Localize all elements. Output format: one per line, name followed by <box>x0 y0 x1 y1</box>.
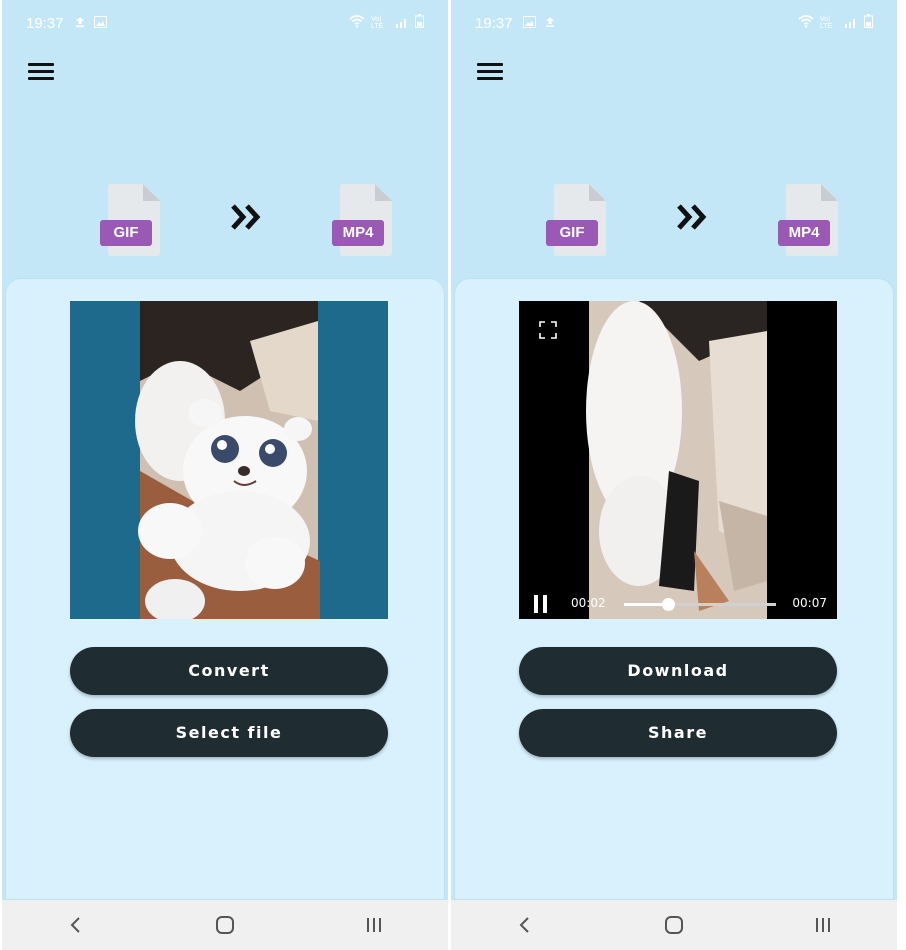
duration: 00:07 <box>792 596 827 610</box>
source-format-badge: GIF <box>100 220 152 246</box>
phone-screen-convert: 19:37 Vo) LTE GIF MP4 Convert Select fil… <box>2 0 448 950</box>
seek-thumb[interactable] <box>662 598 676 611</box>
back-icon[interactable] <box>495 905 555 945</box>
mp4-file-icon: MP4 <box>778 184 838 258</box>
upload-icon <box>544 15 556 32</box>
status-time: 19:37 <box>475 14 513 32</box>
recent-apps-icon[interactable] <box>793 905 853 945</box>
gif-file-icon: GIF <box>546 184 606 258</box>
phone-screen-result: 19:37 Vo) LTE GIF MP4 00:02 00:07 Downlo… <box>451 0 897 950</box>
upload-icon <box>74 15 86 32</box>
lte-label: Vo) LTE <box>820 16 833 30</box>
menu-icon[interactable] <box>475 60 505 84</box>
wifi-icon <box>798 14 814 32</box>
content-card: 00:02 00:07 Download Share <box>454 278 894 900</box>
mp4-file-icon: MP4 <box>332 184 392 258</box>
download-button[interactable]: Download <box>519 647 837 695</box>
convert-button[interactable]: Convert <box>70 647 388 695</box>
target-format-badge: MP4 <box>778 220 830 246</box>
video-frame <box>586 301 767 619</box>
source-format-badge: GIF <box>546 220 598 246</box>
image-icon <box>522 15 536 32</box>
image-icon <box>93 15 107 32</box>
signal-icon <box>395 15 409 32</box>
pause-icon[interactable] <box>531 594 551 614</box>
system-nav-bar <box>451 900 897 950</box>
seek-bar[interactable] <box>624 598 776 611</box>
double-chevron-right-icon <box>677 204 707 230</box>
menu-icon[interactable] <box>26 60 56 84</box>
battery-icon <box>415 14 424 32</box>
preview-image <box>135 301 320 619</box>
battery-icon <box>864 14 873 32</box>
current-time: 00:02 <box>571 596 606 610</box>
gif-file-icon: GIF <box>100 184 160 258</box>
status-bar: 19:37 Vo) LTE <box>26 12 424 34</box>
select-file-button[interactable]: Select file <box>70 709 388 757</box>
video-controls: 00:02 00:07 <box>519 589 837 619</box>
share-button[interactable]: Share <box>519 709 837 757</box>
gif-preview <box>70 301 388 619</box>
target-format-badge: MP4 <box>332 220 384 246</box>
video-player[interactable]: 00:02 00:07 <box>519 301 837 619</box>
status-bar: 19:37 Vo) LTE <box>475 12 873 34</box>
fullscreen-icon[interactable] <box>539 321 557 339</box>
status-time: 19:37 <box>26 14 64 32</box>
home-icon[interactable] <box>195 905 255 945</box>
conversion-header: GIF MP4 <box>2 180 448 270</box>
system-nav-bar <box>2 900 448 950</box>
conversion-header: GIF MP4 <box>451 180 897 270</box>
recent-apps-icon[interactable] <box>344 905 404 945</box>
wifi-icon <box>349 14 365 32</box>
lte-label: Vo) LTE <box>371 16 384 30</box>
back-icon[interactable] <box>46 905 106 945</box>
double-chevron-right-icon <box>231 204 261 230</box>
signal-icon <box>844 15 858 32</box>
content-card: Convert Select file <box>5 278 445 900</box>
home-icon[interactable] <box>644 905 704 945</box>
